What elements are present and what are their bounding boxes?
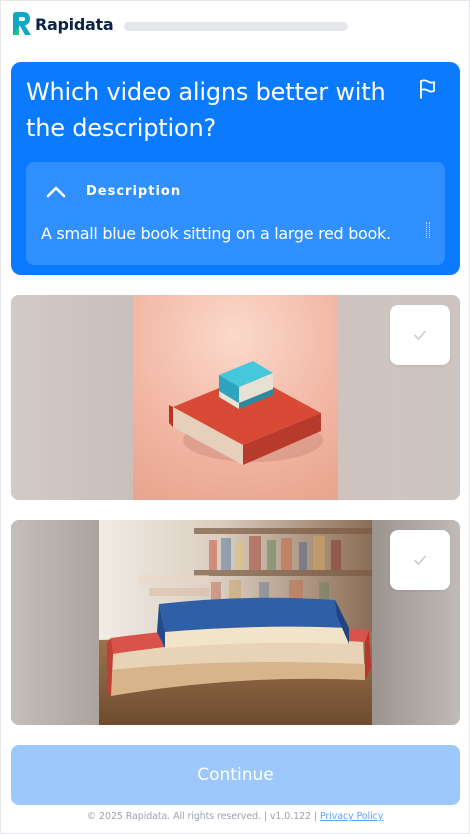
header: Rapidata	[11, 10, 461, 38]
video-option-1[interactable]	[11, 295, 460, 500]
footer-copyright: © 2025 Rapidata. All rights reserved.	[86, 811, 261, 822]
video-frame-1	[133, 295, 338, 500]
privacy-policy-link[interactable]: Privacy Policy	[320, 811, 383, 822]
description-heading: Description	[86, 184, 182, 199]
chevron-up-icon[interactable]	[42, 180, 70, 204]
logo: Rapidata	[11, 11, 114, 37]
continue-button[interactable]: Continue	[11, 745, 460, 805]
footer-separator: |	[263, 811, 267, 822]
description-scroll-handle[interactable]	[426, 222, 430, 238]
video-blur-left	[11, 520, 99, 725]
checkmark-icon	[414, 330, 426, 340]
video-frame-2	[99, 520, 372, 725]
video-blur-left	[11, 295, 133, 500]
question-title: Which video aligns better with the descr…	[26, 78, 386, 142]
flag-icon[interactable]	[416, 78, 438, 100]
select-option-1-button[interactable]	[390, 305, 450, 365]
video-option-2[interactable]	[11, 520, 460, 725]
description-panel: Description A small blue book sitting on…	[26, 162, 445, 265]
logo-text: Rapidata	[35, 14, 114, 34]
footer: © 2025 Rapidata. All rights reserved. | …	[0, 811, 470, 822]
description-text: A small blue book sitting on a large red…	[41, 224, 391, 243]
progress-bar	[124, 22, 348, 31]
rapidata-logo-icon	[13, 12, 31, 35]
select-option-2-button[interactable]	[390, 530, 450, 590]
footer-version: v1.0.122	[269, 811, 311, 822]
checkmark-icon	[414, 555, 426, 565]
question-card: Which video aligns better with the descr…	[11, 62, 460, 275]
footer-separator: |	[313, 811, 317, 822]
